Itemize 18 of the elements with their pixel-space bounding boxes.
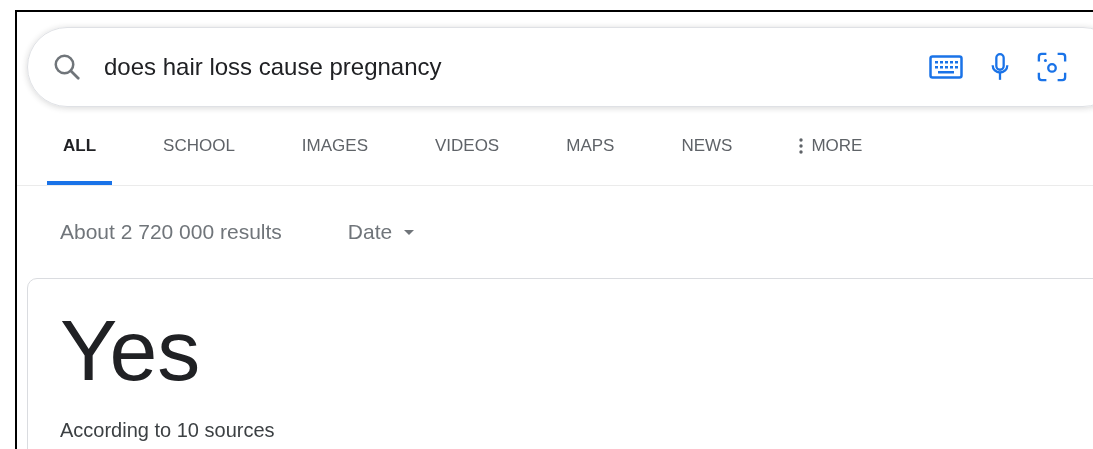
more-icon (799, 138, 804, 154)
nav-tab[interactable]: SCHOOL (147, 107, 251, 185)
nav-tab[interactable]: NEWS (665, 107, 749, 185)
nav-tab[interactable]: MORE (783, 107, 879, 185)
search-input[interactable]: does hair loss cause pregnancy (104, 53, 903, 81)
date-dropdown[interactable]: Date (347, 220, 415, 244)
search-icon (52, 52, 82, 82)
source-note: According to 10 sources (60, 419, 276, 442)
caret-icon (404, 229, 415, 235)
camera-icon[interactable] (1037, 52, 1067, 82)
results-count: About 2 720 000 results (60, 220, 282, 244)
nav-tab[interactable]: MAPS (550, 107, 631, 185)
keyboard-icon[interactable] (929, 55, 963, 79)
nav-tab[interactable]: IMAGES (285, 107, 384, 185)
answer-text: Yes (60, 307, 202, 393)
microphone-icon[interactable] (989, 52, 1011, 82)
nav-tab[interactable]: VIDEOS (418, 107, 516, 185)
nav-tab[interactable]: ALL (47, 107, 113, 185)
